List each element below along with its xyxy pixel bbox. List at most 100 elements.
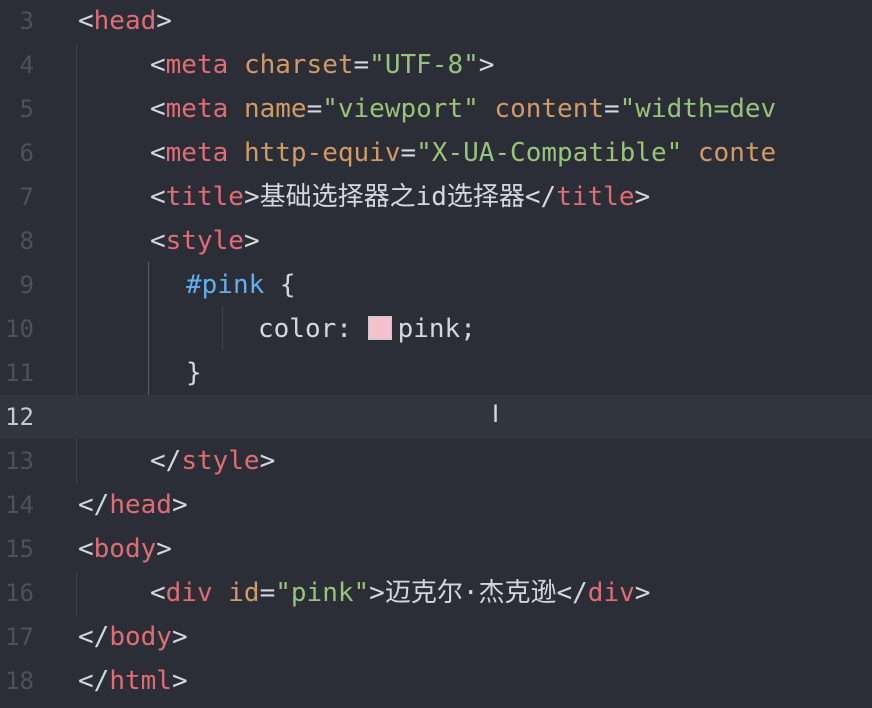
code-line[interactable]: 8 <style>	[0, 219, 872, 263]
string-value: "UTF-8"	[369, 50, 479, 80]
punctuation	[213, 578, 229, 608]
line-number: 5	[0, 87, 34, 131]
line-number: 7	[0, 175, 34, 219]
attribute-name: conte	[697, 138, 777, 168]
punctuation: >	[171, 622, 188, 652]
code-content: </html>	[78, 659, 188, 703]
code-line[interactable]: 16 <div id="pink">迈克尔·杰克逊</div>	[0, 571, 872, 615]
string-value: "X-UA-Compatible"	[416, 138, 683, 168]
tag-name: body	[109, 622, 172, 652]
punctuation	[479, 94, 495, 124]
punctuation: <	[78, 6, 94, 36]
line-number: 13	[0, 439, 34, 483]
string-value: "width=dev	[619, 94, 777, 124]
code-line[interactable]: 17 </body>	[0, 615, 872, 659]
line-number-text: 5	[19, 95, 34, 123]
code-line[interactable]: 10 color: pink;	[0, 307, 872, 351]
punctuation: >	[243, 182, 260, 212]
line-number: 17	[0, 615, 34, 659]
punctuation: <	[150, 138, 166, 168]
attribute-name: id	[228, 578, 260, 608]
line-number: 9	[0, 263, 34, 307]
tag-name: body	[93, 534, 157, 564]
line-number-text: 4	[19, 51, 34, 79]
punctuation: </	[524, 182, 557, 212]
punctuation: >	[171, 666, 188, 696]
line-number-text: 3	[19, 7, 34, 35]
code-line[interactable]: 3 <head>	[0, 0, 872, 43]
code-line[interactable]: 4 <meta charset="UTF-8">	[0, 43, 872, 87]
tag-name: div	[165, 578, 213, 608]
punctuation: </	[78, 666, 110, 696]
punctuation: <	[150, 94, 166, 124]
attribute-name: http-equiv	[243, 138, 401, 168]
code-content: </style>	[150, 439, 275, 483]
attribute-name: content	[494, 94, 604, 124]
line-number: 3	[0, 0, 34, 43]
code-editor[interactable]: 3 <head> 4 <meta charset="UTF-8"> 5 <meta nam…	[0, 0, 872, 708]
code-content: <meta charset="UTF-8">	[150, 43, 494, 87]
code-content: #pink {	[186, 263, 296, 307]
tag-name: title	[556, 182, 635, 212]
code-line[interactable]: 13 </style>	[0, 439, 872, 483]
tag-name: html	[109, 666, 172, 696]
code-line[interactable]: 12	[0, 395, 872, 439]
code-line[interactable]: 6 <meta http-equiv="X-UA-Compatible" cont…	[0, 131, 872, 175]
punctuation: {	[264, 270, 296, 300]
punctuation	[228, 94, 244, 124]
punctuation: }	[186, 358, 202, 388]
code-line[interactable]: 7 <title>基础选择器之id选择器</title>	[0, 175, 872, 219]
code-line[interactable]: 5 <meta name="viewport" content="width=de…	[0, 87, 872, 131]
code-content: }	[186, 351, 202, 395]
line-number: 8	[0, 219, 34, 263]
tag-name: meta	[165, 50, 229, 80]
line-number-text: 15	[5, 535, 34, 563]
tag-name: div	[587, 578, 635, 608]
punctuation: >	[156, 534, 172, 564]
punctuation: </	[78, 622, 110, 652]
punctuation	[228, 50, 244, 80]
code-content: <head>	[78, 0, 172, 43]
punctuation	[228, 138, 244, 168]
punctuation: >	[369, 578, 385, 608]
code-line[interactable]: 9 #pink {	[0, 263, 872, 307]
line-number: 10	[0, 307, 34, 351]
line-number: 12	[0, 395, 34, 439]
line-number-text: 12	[5, 403, 34, 431]
css-value: pink	[397, 314, 461, 344]
punctuation: >	[478, 50, 495, 80]
code-content: </body>	[78, 615, 188, 659]
code-content: <style>	[150, 219, 260, 263]
css-selector: #pink	[186, 270, 265, 300]
code-content: </head>	[78, 483, 188, 527]
code-line[interactable]: 14 </head>	[0, 483, 872, 527]
color-swatch-icon[interactable]	[367, 316, 392, 340]
line-number-text: 10	[5, 315, 34, 343]
code-content: <body>	[78, 527, 172, 571]
tag-name: style	[165, 226, 244, 256]
punctuation: >	[243, 226, 260, 256]
punctuation: =	[400, 138, 417, 168]
code-line[interactable]: 15 <body>	[0, 527, 872, 571]
code-content: <title>基础选择器之id选择器</title>	[150, 175, 650, 219]
attribute-name: charset	[243, 50, 354, 80]
tag-name: head	[109, 490, 172, 520]
punctuation: <	[150, 226, 166, 256]
tag-name: style	[181, 446, 260, 476]
tag-name: meta	[165, 138, 229, 168]
code-content: <meta name="viewport" content="width=dev	[150, 87, 776, 131]
line-number: 6	[0, 131, 34, 175]
punctuation	[682, 138, 698, 168]
code-line[interactable]: 11}	[0, 351, 872, 395]
line-number: 18	[0, 659, 34, 703]
text-content: 迈克尔·杰克逊	[384, 578, 557, 608]
punctuation: <	[150, 50, 166, 80]
line-number-text: 6	[19, 139, 34, 167]
line-number-text: 11	[5, 359, 34, 387]
punctuation: ;	[460, 314, 476, 344]
code-content: <div id="pink">迈克尔·杰克逊</div>	[150, 571, 650, 615]
code-line[interactable]: 18 </html>	[0, 659, 872, 703]
text-cursor-ibeam-icon: I	[492, 400, 500, 428]
punctuation: >	[634, 182, 651, 212]
punctuation: >	[171, 490, 188, 520]
